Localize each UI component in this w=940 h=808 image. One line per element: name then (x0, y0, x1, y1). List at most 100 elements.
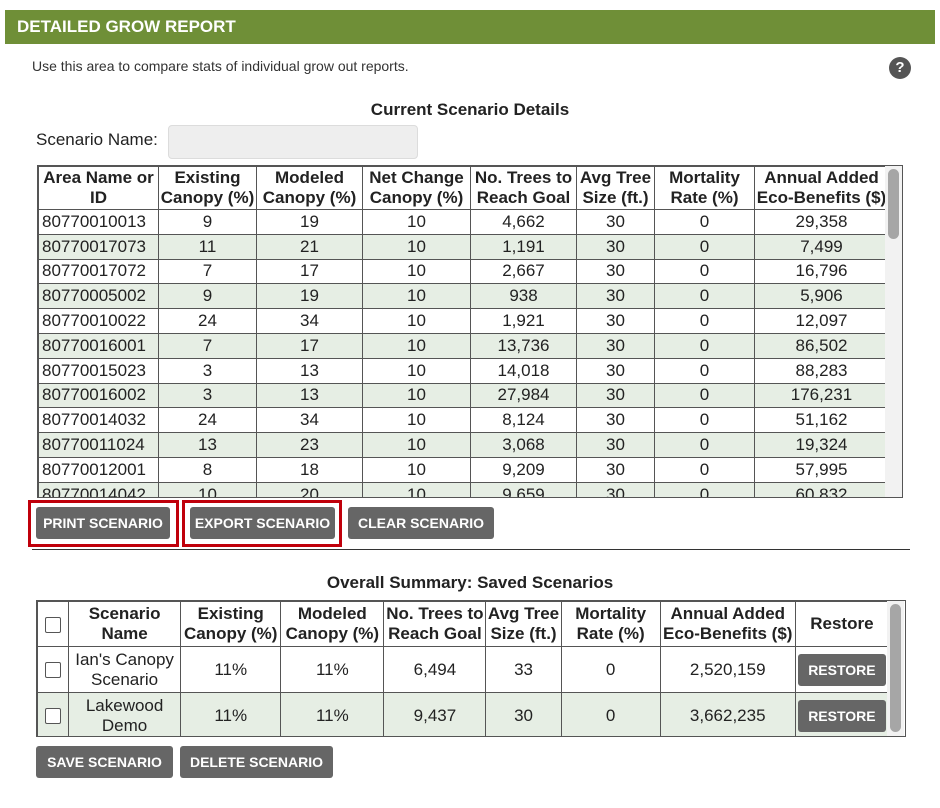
export-scenario-button[interactable]: EXPORT SCENARIO (190, 507, 335, 539)
table-cell: 30 (576, 481, 655, 497)
help-icon[interactable]: ? (889, 57, 911, 79)
table-cell: 80770017072 (38, 258, 159, 285)
table-cell: 80770012001 (38, 456, 159, 483)
table-row: 80770014042 10 20 10 9,659 30 0 60,832 (38, 481, 889, 497)
column-header: Annual Added Eco-Benefits ($) (659, 601, 796, 647)
table-cell: 30 (576, 407, 655, 434)
select-all-checkbox[interactable] (45, 616, 62, 633)
current-scenario-table-container: Area Name or ID Existing Canopy (%) Modele… (37, 165, 903, 498)
table-cell: 80770016002 (38, 382, 159, 409)
table-row: 80770015023 3 13 10 14,018 30 0 88,283 (38, 357, 889, 384)
table-cell: 9 (158, 209, 257, 235)
table-cell: 9 (158, 283, 257, 310)
table-cell: 0 (654, 357, 755, 384)
summary-cell-trees: 9,437 (383, 692, 487, 736)
restore-cell: RESTORE (794, 692, 890, 736)
column-header: Net Change Canopy (%) (362, 166, 471, 210)
table-cell: 17 (256, 332, 363, 359)
summary-title: Overall Summary: Saved Scenarios (326, 573, 614, 592)
select-all-cell (37, 601, 70, 647)
column-header: Mortality Rate (%) (654, 166, 755, 210)
table-cell: 30 (576, 432, 655, 458)
column-header: Modeled Canopy (%) (256, 166, 363, 210)
table-cell: 27,984 (470, 382, 577, 409)
restore-button[interactable]: RESTORE (797, 699, 886, 732)
table-cell: 80770016001 (38, 332, 159, 359)
table-cell: 10 (362, 407, 471, 434)
table-cell: 10 (362, 382, 471, 409)
table-cell: 176,231 (754, 382, 889, 409)
column-header: No. Trees to Reach Goal (470, 166, 577, 210)
table-cell: 11 (158, 233, 257, 260)
summary-cell-size: 33 (485, 646, 562, 693)
table-cell: 0 (654, 432, 755, 458)
table-cell: 60,832 (754, 481, 889, 497)
table-cell: 80770017073 (38, 233, 159, 260)
row-checkbox[interactable] (45, 662, 62, 679)
table-row: 80770016001 7 17 10 13,736 30 0 86,502 (38, 332, 889, 359)
current-table-scrollbar[interactable] (885, 166, 902, 497)
table-cell: 0 (654, 258, 755, 285)
table-cell: 86,502 (754, 332, 889, 359)
summary-cell-trees: 6,494 (383, 646, 487, 693)
column-header: Restore (794, 601, 890, 647)
table-cell: 1,191 (470, 233, 577, 260)
summary-table-header: Scenario Name Existing Canopy (%) Modeled … (37, 601, 890, 647)
current-scenario-table: Area Name or ID Existing Canopy (%) Modele… (38, 166, 889, 497)
summary-row: Ian's Canopy Scenario 11% 11% 6,494 33 0 2,520… (37, 646, 890, 693)
table-row: 80770017073 11 21 10 1,191 30 0 7,499 (38, 233, 889, 260)
table-cell: 938 (470, 283, 577, 310)
report-description: Use this area to compare stats of indivi… (32, 58, 409, 74)
row-checkbox[interactable] (45, 708, 62, 725)
table-cell: 0 (654, 456, 755, 483)
table-cell: 2,667 (470, 258, 577, 285)
table-cell: 10 (362, 357, 471, 384)
summary-table-body: Ian's Canopy Scenario 11% 11% 6,494 33 0 2,520… (37, 646, 890, 736)
table-cell: 20 (256, 481, 363, 497)
clear-scenario-button[interactable]: CLEAR SCENARIO (348, 507, 494, 539)
table-cell: 0 (654, 382, 755, 409)
table-cell: 30 (576, 357, 655, 384)
table-cell: 57,995 (754, 456, 889, 483)
scrollbar-thumb[interactable] (888, 169, 899, 239)
scrollbar-thumb[interactable] (890, 604, 901, 732)
summary-table: Scenario Name Existing Canopy (%) Modeled … (37, 601, 890, 736)
table-cell: 9,659 (470, 481, 577, 497)
table-cell: 34 (256, 407, 363, 434)
table-cell: 30 (576, 209, 655, 235)
table-cell: 10 (362, 432, 471, 458)
scenario-name-input[interactable] (168, 125, 418, 159)
column-header: Existing Canopy (%) (158, 166, 257, 210)
table-cell: 13 (256, 357, 363, 384)
table-cell: 80770010022 (38, 308, 159, 334)
table-row: 80770017072 7 17 10 2,667 30 0 16,796 (38, 258, 889, 285)
save-scenario-button[interactable]: SAVE SCENARIO (36, 746, 173, 778)
summary-cell-benefits: 3,662,235 (659, 692, 796, 736)
table-cell: 10 (362, 481, 471, 497)
table-cell: 7 (158, 258, 257, 285)
table-cell: 19 (256, 209, 363, 235)
table-cell: 24 (158, 407, 257, 434)
current-scenario-title: Current Scenario Details (370, 100, 570, 119)
summary-cell-benefits: 2,520,159 (659, 646, 796, 693)
summary-cell-size: 30 (485, 692, 562, 736)
table-cell: 13,736 (470, 332, 577, 359)
report-header: DETAILED GROW REPORT (5, 10, 935, 44)
table-cell: 10 (362, 456, 471, 483)
table-cell: 30 (576, 332, 655, 359)
row-select-cell (37, 646, 70, 693)
table-cell: 24 (158, 308, 257, 334)
restore-button[interactable]: RESTORE (797, 653, 886, 686)
summary-table-scrollbar[interactable] (887, 601, 904, 736)
summary-cell-modeled: 11% (280, 692, 385, 736)
table-cell: 80770010013 (38, 209, 159, 235)
table-cell: 4,662 (470, 209, 577, 235)
print-scenario-button[interactable]: PRINT SCENARIO (36, 507, 170, 539)
table-cell: 17 (256, 258, 363, 285)
table-cell: 8,124 (470, 407, 577, 434)
table-cell: 10 (158, 481, 257, 497)
table-cell: 29,358 (754, 209, 889, 235)
table-cell: 16,796 (754, 258, 889, 285)
delete-scenario-button[interactable]: DELETE SCENARIO (180, 746, 333, 778)
table-cell: 10 (362, 233, 471, 260)
